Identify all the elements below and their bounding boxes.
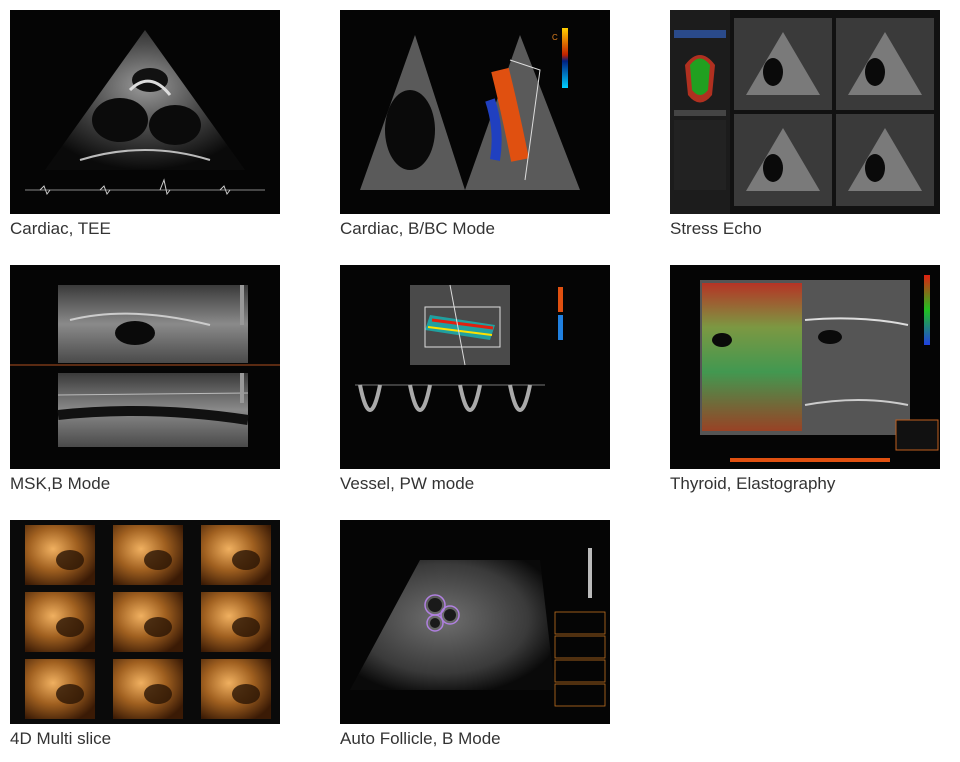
caption-stress-echo: Stress Echo (670, 219, 762, 238)
caption-thyroid-elastography: Thyroid, Elastography (670, 474, 836, 493)
image-cardiac-tee (10, 10, 280, 214)
caption-cardiac-bbc-mode: Cardiac, B/BC Mode (340, 219, 495, 238)
caption-cardiac-tee: Cardiac, TEE (10, 219, 111, 238)
image-thyroid-elastography (670, 265, 940, 469)
image-msk-b-mode (10, 265, 280, 469)
image-vessel-pw-mode (340, 265, 610, 469)
image-auto-follicle-b-mode (340, 520, 610, 724)
image-cardiac-bbc-mode: C (340, 10, 610, 214)
caption-msk-b-mode: MSK,B Mode (10, 474, 111, 493)
caption-4d-multi-slice: 4D Multi slice (10, 729, 112, 748)
caption-vessel-pw-mode: Vessel, PW mode (340, 474, 475, 493)
image-4d-multi-slice (10, 520, 280, 724)
image-stress-echo (670, 10, 940, 214)
svg-text:C: C (552, 33, 558, 42)
caption-auto-follicle-b-mode: Auto Follicle, B Mode (340, 729, 501, 748)
